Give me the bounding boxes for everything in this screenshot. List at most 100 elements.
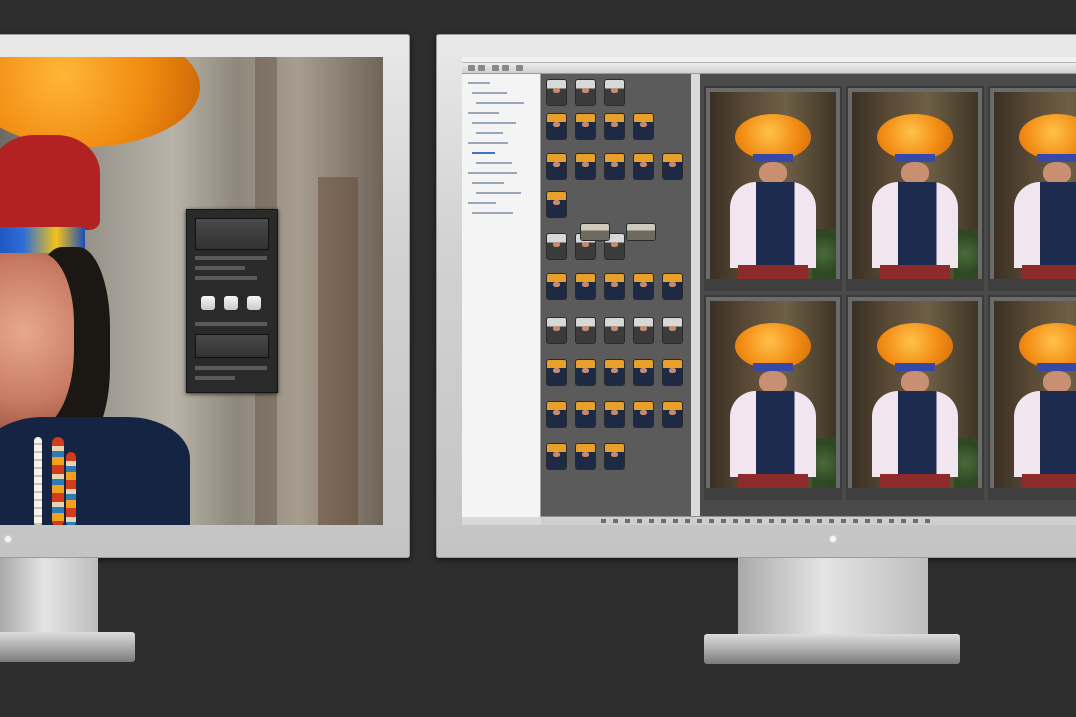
- folder-item[interactable]: [476, 132, 503, 134]
- filmstrip-frame[interactable]: [913, 519, 918, 523]
- photo-thumbnail[interactable]: [576, 114, 595, 139]
- photo-thumbnail[interactable]: [576, 402, 595, 427]
- folder-item[interactable]: [472, 122, 516, 124]
- filmstrip-frame[interactable]: [745, 519, 750, 523]
- photo-thumbnail[interactable]: [634, 318, 653, 343]
- filmstrip-frame[interactable]: [853, 519, 858, 523]
- folder-item[interactable]: [468, 112, 499, 114]
- folder-item[interactable]: [472, 92, 507, 94]
- photo-thumbnail[interactable]: [663, 154, 682, 179]
- folder-item[interactable]: [468, 142, 508, 144]
- filmstrip-frame[interactable]: [757, 519, 762, 523]
- dark-robe: [0, 417, 190, 525]
- compare-button[interactable]: [516, 65, 523, 71]
- photo-thumbnail[interactable]: [547, 274, 566, 299]
- photo-thumbnail[interactable]: [605, 444, 624, 469]
- folder-item[interactable]: [468, 172, 517, 174]
- photo-thumbnail[interactable]: [581, 224, 609, 240]
- filmstrip-frame[interactable]: [817, 519, 822, 523]
- photo-thumbnail[interactable]: [605, 80, 624, 105]
- eyedropper-black-button[interactable]: [201, 296, 215, 310]
- photo-thumbnail[interactable]: [663, 274, 682, 299]
- photo-thumbnail[interactable]: [605, 274, 624, 299]
- photo-thumbnail[interactable]: [634, 360, 653, 385]
- folder-item[interactable]: [476, 162, 512, 164]
- photo-thumbnail[interactable]: [576, 318, 595, 343]
- filmstrip-frame[interactable]: [721, 519, 726, 523]
- compare-cell[interactable]: [846, 295, 984, 500]
- photo-thumbnail[interactable]: [576, 154, 595, 179]
- filmstrip-frame[interactable]: [769, 519, 774, 523]
- filmstrip-frame[interactable]: [601, 519, 606, 523]
- photo-thumbnail[interactable]: [576, 444, 595, 469]
- filmstrip-frame[interactable]: [829, 519, 834, 523]
- filmstrip-frame[interactable]: [925, 519, 930, 523]
- photo-thumbnail[interactable]: [547, 318, 566, 343]
- photo-thumbnail[interactable]: [547, 192, 566, 217]
- folder-item[interactable]: [468, 82, 490, 84]
- photo-thumbnail[interactable]: [605, 318, 624, 343]
- photo-thumbnail[interactable]: [634, 114, 653, 139]
- filmstrip-frame[interactable]: [709, 519, 714, 523]
- photo-thumbnail[interactable]: [576, 274, 595, 299]
- photo-thumbnail[interactable]: [547, 234, 566, 259]
- filmstrip-frame[interactable]: [697, 519, 702, 523]
- filmstrip-frame[interactable]: [781, 519, 786, 523]
- photo-thumbnail[interactable]: [547, 360, 566, 385]
- filmstrip-frame[interactable]: [805, 519, 810, 523]
- folder-item[interactable]: [476, 102, 524, 104]
- photo-thumbnail[interactable]: [547, 154, 566, 179]
- filmstrip-frame[interactable]: [793, 519, 798, 523]
- view-button[interactable]: [492, 65, 499, 71]
- photo-thumbnail[interactable]: [634, 402, 653, 427]
- photo-thumbnail[interactable]: [547, 114, 566, 139]
- filmstrip-frame[interactable]: [685, 519, 690, 523]
- photo-thumbnail[interactable]: [663, 360, 682, 385]
- filmstrip-frame[interactable]: [637, 519, 642, 523]
- filmstrip-frame[interactable]: [733, 519, 738, 523]
- folder-item[interactable]: [472, 212, 513, 214]
- compare-cell[interactable]: [704, 86, 842, 291]
- photo-thumbnail[interactable]: [605, 402, 624, 427]
- filmstrip-frame[interactable]: [877, 519, 882, 523]
- back-button[interactable]: [468, 65, 475, 71]
- folder-item[interactable]: [476, 192, 521, 194]
- thumbnail-browser[interactable]: [541, 74, 691, 517]
- folder-item[interactable]: [472, 182, 504, 184]
- filmstrip[interactable]: [541, 516, 1076, 525]
- photo-thumbnail[interactable]: [627, 224, 655, 240]
- photo-thumbnail[interactable]: [547, 402, 566, 427]
- photo-thumbnail[interactable]: [605, 360, 624, 385]
- filmstrip-frame[interactable]: [841, 519, 846, 523]
- compare-cell[interactable]: [704, 295, 842, 500]
- photo-thumbnail[interactable]: [663, 318, 682, 343]
- filmstrip-frame[interactable]: [661, 519, 666, 523]
- folder-tree[interactable]: [462, 74, 541, 517]
- filmstrip-frame[interactable]: [649, 519, 654, 523]
- rotate-button[interactable]: [502, 65, 509, 71]
- filmstrip-frame[interactable]: [673, 519, 678, 523]
- eyedropper-gray-button[interactable]: [224, 296, 238, 310]
- compare-cell[interactable]: [988, 295, 1076, 500]
- forward-button[interactable]: [478, 65, 485, 71]
- floating-adjust-panel[interactable]: [186, 209, 278, 393]
- photo-thumbnail[interactable]: [576, 360, 595, 385]
- filmstrip-frame[interactable]: [865, 519, 870, 523]
- folder-item[interactable]: [468, 202, 496, 204]
- photo-thumbnail[interactable]: [576, 80, 595, 105]
- photo-thumbnail[interactable]: [547, 80, 566, 105]
- eyedropper-white-button[interactable]: [247, 296, 261, 310]
- folder-item[interactable]: [472, 152, 495, 154]
- compare-cell[interactable]: [988, 86, 1076, 291]
- photo-thumbnail[interactable]: [663, 402, 682, 427]
- compare-cell[interactable]: [846, 86, 984, 291]
- photo-thumbnail[interactable]: [605, 154, 624, 179]
- photo-thumbnail[interactable]: [634, 154, 653, 179]
- photo-thumbnail[interactable]: [605, 114, 624, 139]
- filmstrip-frame[interactable]: [901, 519, 906, 523]
- photo-thumbnail[interactable]: [547, 444, 566, 469]
- filmstrip-frame[interactable]: [889, 519, 894, 523]
- filmstrip-frame[interactable]: [613, 519, 618, 523]
- filmstrip-frame[interactable]: [625, 519, 630, 523]
- photo-thumbnail[interactable]: [634, 274, 653, 299]
